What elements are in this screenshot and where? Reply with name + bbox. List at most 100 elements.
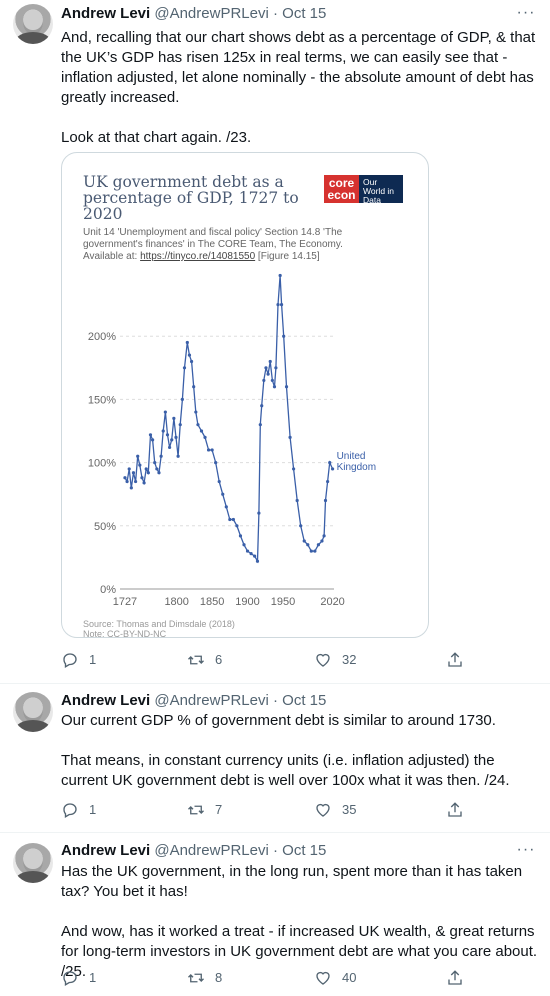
data-point	[196, 423, 200, 427]
data-point	[268, 359, 272, 364]
x-tick-label: 1900	[235, 596, 259, 608]
like-button[interactable]: 35	[314, 800, 356, 820]
data-point	[255, 559, 260, 563]
data-point	[276, 303, 280, 307]
data-point	[278, 273, 282, 278]
our-world-in-data-logo: Our World in Data	[359, 175, 403, 205]
reply-button[interactable]: 1	[61, 968, 96, 988]
data-point	[210, 448, 214, 452]
data-point	[258, 423, 262, 427]
data-point	[266, 372, 270, 376]
data-point	[187, 353, 192, 357]
data-point	[127, 467, 131, 471]
data-point	[138, 463, 142, 467]
author-name[interactable]: Andrew Levi	[61, 842, 150, 859]
chart-subtitle: Unit 14 'Unemployment and fiscal policy'…	[83, 227, 343, 262]
data-point	[170, 438, 174, 442]
author-handle[interactable]: @AndrewPRLevi	[154, 5, 268, 22]
data-point	[199, 429, 204, 433]
data-point	[182, 366, 187, 370]
data-point	[295, 498, 299, 503]
data-point	[279, 303, 284, 307]
like-count: 40	[342, 970, 357, 985]
data-point	[257, 511, 261, 515]
retweet-button[interactable]: 8	[187, 968, 222, 988]
share-button[interactable]	[446, 650, 474, 670]
data-point	[302, 539, 306, 543]
tweet-actions: 1 8 40	[61, 968, 481, 988]
data-point	[129, 486, 133, 490]
reply-icon	[63, 653, 77, 668]
avatar[interactable]	[13, 692, 53, 732]
retweet-icon	[188, 655, 204, 665]
data-point	[231, 517, 235, 522]
chart-title: UK government debt as a percentage of GD…	[83, 173, 299, 223]
share-button[interactable]	[446, 800, 474, 820]
data-point	[272, 385, 277, 389]
data-point	[214, 461, 218, 465]
data-point	[323, 498, 328, 503]
heart-icon	[316, 803, 330, 817]
data-point	[306, 543, 310, 547]
reply-icon	[63, 971, 77, 986]
data-point	[203, 435, 207, 439]
tweet-actions: 1 7 35	[61, 800, 481, 820]
avatar[interactable]	[13, 843, 53, 883]
more-options-icon[interactable]: ···	[516, 5, 536, 26]
x-tick-label: 1800	[164, 596, 188, 608]
tweet-divider	[0, 832, 550, 833]
author-name[interactable]: Andrew Levi	[61, 692, 150, 709]
data-point	[228, 517, 232, 522]
share-icon	[448, 802, 462, 817]
figure-link[interactable]: https://tinyco.re/14081550	[140, 251, 255, 262]
data-point	[131, 471, 136, 475]
x-tick-label: 1727	[113, 596, 137, 608]
data-point	[140, 476, 144, 480]
share-button[interactable]	[446, 968, 474, 988]
data-point	[157, 471, 161, 475]
data-point	[262, 378, 266, 383]
data-point	[144, 467, 148, 471]
data-point	[326, 479, 330, 484]
series-label: United	[337, 451, 366, 462]
y-tick-label: 100%	[88, 458, 116, 470]
data-point	[274, 366, 278, 370]
data-point	[142, 481, 146, 485]
data-point	[153, 461, 157, 465]
avatar[interactable]	[13, 4, 53, 44]
data-point	[245, 549, 250, 553]
chart-card[interactable]: UK government debt as a percentage of GD…	[61, 152, 429, 638]
data-point	[292, 467, 296, 471]
data-point	[206, 448, 211, 452]
reply-button[interactable]: 1	[61, 800, 96, 820]
data-point	[320, 539, 324, 543]
data-point	[146, 471, 150, 475]
tweet-date[interactable]: Oct 15	[282, 5, 326, 22]
tweet-header: Andrew Levi @AndrewPRLevi · Oct 15	[61, 691, 326, 711]
like-count: 35	[342, 802, 357, 817]
chart-source: Source: Thomas and Dimsdale (2018) Note: …	[83, 619, 235, 638]
like-button[interactable]: 40	[314, 968, 356, 988]
dot-separator: ·	[272, 5, 278, 22]
reply-button[interactable]: 1	[61, 650, 96, 670]
data-point	[330, 467, 335, 471]
data-point	[217, 479, 221, 484]
author-handle[interactable]: @AndrewPRLevi	[154, 842, 268, 859]
retweet-button[interactable]: 6	[187, 650, 222, 670]
reply-count: 1	[89, 652, 97, 667]
author-name[interactable]: Andrew Levi	[61, 5, 150, 22]
author-handle[interactable]: @AndrewPRLevi	[154, 692, 268, 709]
retweet-button[interactable]: 7	[187, 800, 222, 820]
tweet-date[interactable]: Oct 15	[282, 842, 326, 859]
like-button[interactable]: 32	[314, 650, 356, 670]
data-point	[288, 435, 292, 439]
data-point	[178, 423, 182, 427]
data-point	[180, 397, 184, 401]
more-options-icon[interactable]: ···	[516, 842, 536, 863]
retweet-count: 8	[215, 970, 223, 985]
tweet-date[interactable]: Oct 15	[282, 692, 326, 709]
dot-separator: ·	[272, 692, 278, 709]
data-point	[316, 543, 321, 547]
heart-icon	[316, 653, 330, 667]
data-point	[322, 534, 326, 538]
